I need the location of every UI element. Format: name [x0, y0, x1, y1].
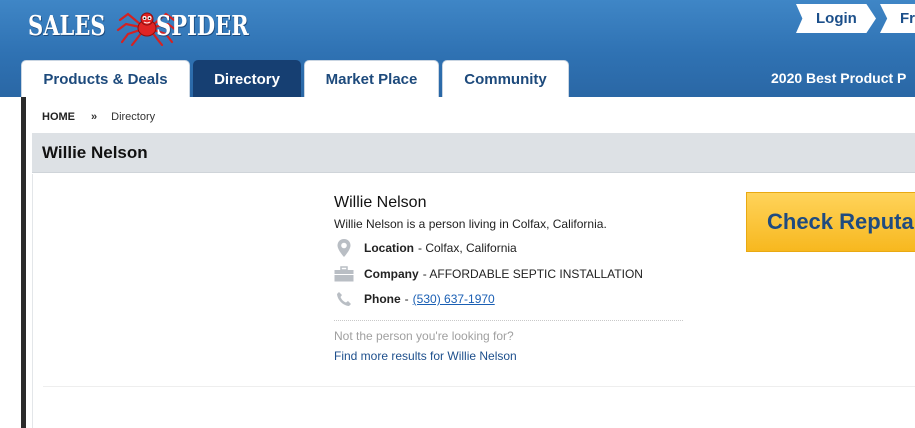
breadcrumb: HOME » Directory	[42, 111, 155, 123]
login-button[interactable]: Login	[796, 4, 876, 33]
company-row: Company - AFFORDABLE SEPTIC INSTALLATION	[334, 264, 643, 284]
phone-row: Phone - (530) 637-1970	[334, 289, 495, 309]
check-reputation-button[interactable]: Check Reputa	[746, 192, 915, 252]
company-label: Company	[364, 267, 419, 281]
panel-bottom-divider	[43, 386, 915, 387]
logo-right-word: SPIDER	[155, 10, 249, 42]
person-panel: Willie Nelson Willie Nelson is a person …	[32, 174, 915, 428]
tab-community[interactable]: Community	[442, 60, 569, 97]
main-nav-tabs: Products & Deals Directory Market Place …	[21, 60, 569, 97]
phone-label: Phone	[364, 292, 401, 306]
main-content: HOME » Directory Willie Nelson Willie Ne…	[26, 97, 915, 428]
not-person-text: Not the person you're looking for?	[334, 329, 514, 343]
phone-number-link[interactable]: (530) 637-1970	[413, 292, 495, 306]
location-value: - Colfax, California	[418, 241, 517, 255]
sales-spider-logo[interactable]: SALES SPIDER	[28, 6, 274, 46]
page-title-bar: Willie Nelson	[32, 133, 915, 173]
phone-dash: -	[404, 292, 409, 306]
free-signup-button[interactable]: Fre	[880, 4, 915, 33]
breadcrumb-separator: »	[91, 111, 98, 123]
promo-link[interactable]: 2020 Best Product P	[771, 70, 906, 86]
location-label: Location	[364, 241, 414, 255]
breadcrumb-home[interactable]: HOME	[42, 111, 75, 123]
logo-left-word: SALES	[28, 10, 106, 42]
briefcase-icon	[334, 264, 354, 284]
find-more-results-link[interactable]: Find more results for Willie Nelson	[334, 349, 517, 363]
tab-products-deals[interactable]: Products & Deals	[21, 60, 190, 97]
person-description: Willie Nelson is a person living in Colf…	[334, 217, 607, 231]
company-value: - AFFORDABLE SEPTIC INSTALLATION	[422, 267, 643, 281]
tab-directory[interactable]: Directory	[193, 60, 301, 97]
phone-icon	[334, 289, 354, 309]
page-title: Willie Nelson	[42, 142, 148, 162]
person-name: Willie Nelson	[334, 194, 427, 211]
location-row: Location - Colfax, California	[334, 238, 517, 258]
breadcrumb-directory[interactable]: Directory	[111, 111, 155, 123]
tab-market-place[interactable]: Market Place	[304, 60, 439, 97]
location-pin-icon	[334, 238, 354, 258]
divider	[334, 320, 683, 321]
site-header: SALES SPIDER Login Fre Products & Deals …	[0, 0, 915, 97]
